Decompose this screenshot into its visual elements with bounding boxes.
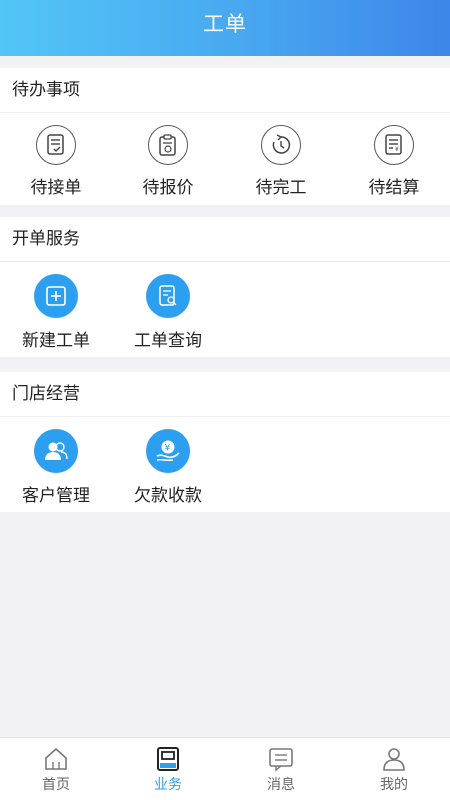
home-icon — [0, 746, 112, 772]
order-query-item[interactable]: 工单查询 — [112, 274, 224, 351]
tab-mine-label: 我的 — [380, 777, 408, 793]
yen-hand-icon: ¥ — [146, 429, 190, 473]
clipboard-price-icon — [148, 125, 188, 165]
store-section: 门店经营 客户管理 ¥ 欠款收款 — [0, 372, 450, 512]
debt-collection-item[interactable]: ¥ 欠款收款 — [112, 429, 224, 506]
order-service-title: 开单服务 — [0, 217, 450, 262]
debt-collection-label: 欠款收款 — [134, 486, 202, 506]
users-icon — [34, 429, 78, 473]
tab-messages-label: 消息 — [267, 777, 295, 793]
app-header: 工单 — [0, 0, 450, 56]
page-title: 工单 — [203, 12, 247, 36]
pending-quote-item[interactable]: 待报价 — [112, 125, 224, 198]
plus-square-icon — [34, 274, 78, 318]
new-order-item[interactable]: 新建工单 — [0, 274, 112, 351]
pending-section: 待办事项 待接单 待报价 待完工 ¥ 待结算 — [0, 68, 450, 205]
document-check-icon — [36, 125, 76, 165]
document-search-icon — [146, 274, 190, 318]
tab-home[interactable]: 首页 — [0, 738, 112, 800]
pending-accept-item[interactable]: 待接单 — [0, 125, 112, 198]
tab-home-label: 首页 — [42, 777, 70, 793]
pending-quote-label: 待报价 — [142, 178, 194, 198]
svg-text:¥: ¥ — [395, 146, 399, 153]
order-query-label: 工单查询 — [134, 331, 202, 351]
pending-section-title: 待办事项 — [0, 68, 450, 113]
pending-complete-label: 待完工 — [255, 178, 307, 198]
pending-settle-item[interactable]: ¥ 待结算 — [338, 125, 450, 198]
store-section-title: 门店经营 — [0, 372, 450, 417]
svg-text:¥: ¥ — [165, 444, 171, 454]
tab-mine[interactable]: 我的 — [338, 738, 450, 800]
customer-management-label: 客户管理 — [22, 486, 90, 506]
pending-accept-label: 待接单 — [30, 178, 82, 198]
tab-business-label: 业务 — [154, 777, 182, 793]
new-order-label: 新建工单 — [22, 331, 90, 351]
clock-refresh-icon — [261, 125, 301, 165]
tab-business[interactable]: 业务 — [112, 738, 224, 800]
customer-management-item[interactable]: 客户管理 — [0, 429, 112, 506]
tab-messages[interactable]: 消息 — [225, 738, 337, 800]
pending-complete-item[interactable]: 待完工 — [225, 125, 337, 198]
message-icon — [225, 746, 337, 772]
order-service-section: 开单服务 新建工单 工单查询 — [0, 217, 450, 357]
person-icon — [338, 746, 450, 772]
pending-settle-label: 待结算 — [368, 178, 420, 198]
document-yen-icon: ¥ — [374, 125, 414, 165]
business-icon — [112, 746, 224, 772]
bottom-tab-bar: 首页 业务 消息 我的 — [0, 737, 450, 800]
